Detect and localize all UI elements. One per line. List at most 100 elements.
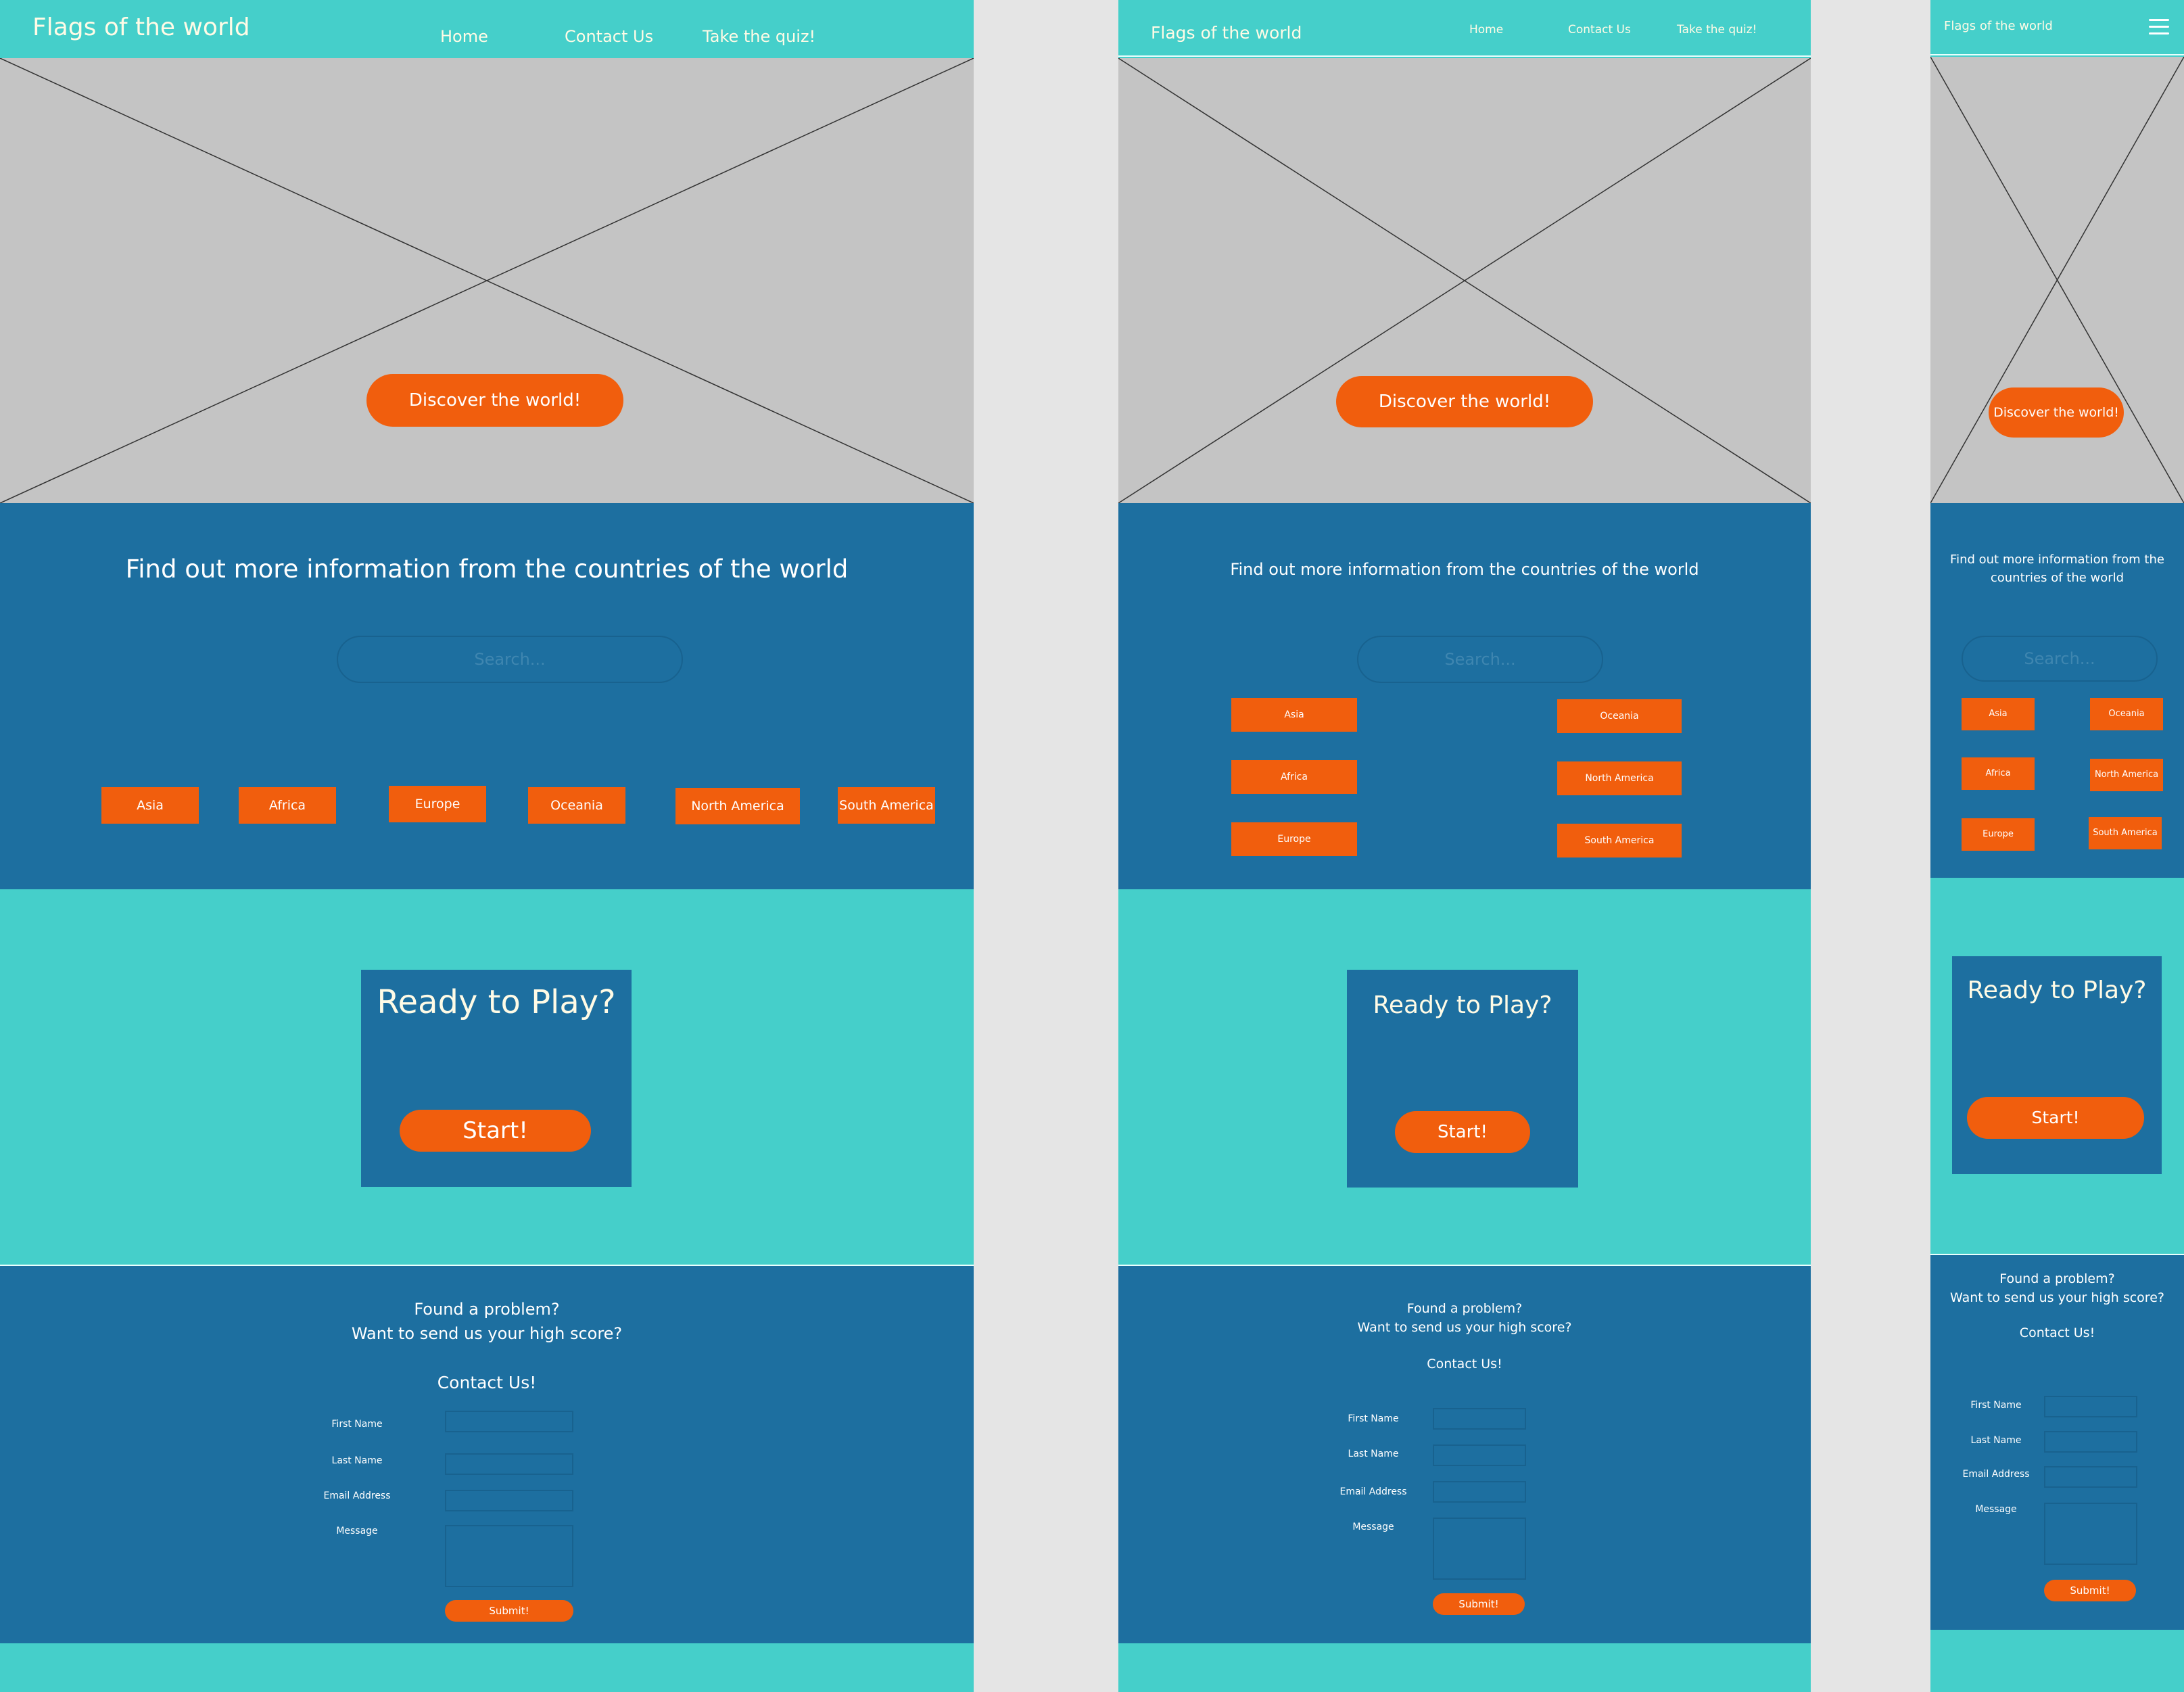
quiz-title: Ready to Play? <box>377 983 616 1021</box>
message-label: Message <box>1975 1504 2017 1515</box>
info-title: Find out more information from the count… <box>125 555 849 584</box>
footer-band <box>1118 1643 1811 1692</box>
first-name-label: First Name <box>331 1419 383 1430</box>
continent-button-south-america[interactable]: South America <box>2089 817 2162 849</box>
hero-image-placeholder: Discover the world! <box>1118 58 1811 503</box>
nav-home-link[interactable]: Home <box>1469 23 1503 37</box>
site-logo[interactable]: Flags of the world <box>1944 19 2053 33</box>
quiz-title: Ready to Play? <box>1373 991 1552 1019</box>
contact-line-problem: Found a problem? <box>1406 1301 1523 1316</box>
first-name-field[interactable] <box>445 1411 573 1432</box>
submit-button[interactable]: Submit! <box>445 1600 573 1622</box>
hamburger-menu-icon[interactable] <box>2149 19 2169 35</box>
contact-heading: Contact Us! <box>437 1373 537 1392</box>
site-logo[interactable]: Flags of the world <box>32 14 250 41</box>
continent-button-oceania[interactable]: Oceania <box>528 787 625 824</box>
tablet-wireframe: Flags of the world Home Contact Us Take … <box>1118 0 1811 1692</box>
hero-image-placeholder: Discover the world! <box>1930 57 2184 503</box>
email-label: Email Address <box>323 1490 391 1501</box>
submit-button[interactable]: Submit! <box>2044 1580 2136 1601</box>
search-input[interactable] <box>337 636 683 683</box>
quiz-section: Ready to Play? Start! <box>0 889 974 1265</box>
site-logo[interactable]: Flags of the world <box>1151 23 1302 43</box>
continents-section: Find out more information from the count… <box>1930 503 2184 878</box>
hero-image-placeholder: Discover the world! <box>0 58 974 503</box>
first-name-label: First Name <box>1348 1413 1399 1424</box>
nav-home-link[interactable]: Home <box>440 27 488 46</box>
continents-section: Find out more information from the count… <box>0 503 974 889</box>
continent-button-asia[interactable]: Asia <box>101 787 199 824</box>
contact-section: Found a problem? Want to send us your hi… <box>0 1265 974 1643</box>
start-quiz-button[interactable]: Start! <box>1967 1097 2144 1139</box>
continent-button-oceania[interactable]: Oceania <box>1557 699 1682 733</box>
quiz-card: Ready to Play? Start! <box>1347 970 1578 1188</box>
start-quiz-button[interactable]: Start! <box>400 1110 591 1152</box>
discover-button[interactable]: Discover the world! <box>366 374 623 427</box>
continent-button-europe[interactable]: Europe <box>389 786 486 822</box>
message-label: Message <box>336 1526 378 1536</box>
header: Flags of the world Home Contact Us Take … <box>0 3 974 57</box>
discover-button[interactable]: Discover the world! <box>1336 376 1593 427</box>
header: Flags of the world <box>1930 0 2184 55</box>
continent-button-africa[interactable]: Africa <box>1231 760 1357 794</box>
contact-section: Found a problem? Want to send us your hi… <box>1118 1265 1811 1643</box>
continent-button-asia[interactable]: Asia <box>1231 698 1357 732</box>
last-name-label: Last Name <box>1348 1449 1399 1459</box>
first-name-field[interactable] <box>1433 1408 1526 1430</box>
contact-line-score: Want to send us your high score? <box>1357 1320 1572 1335</box>
continent-button-oceania[interactable]: Oceania <box>2090 698 2163 730</box>
nav-quiz-link[interactable]: Take the quiz! <box>703 27 815 46</box>
submit-button[interactable]: Submit! <box>1433 1593 1525 1615</box>
header: Flags of the world Home Contact Us Take … <box>1118 0 1811 57</box>
continent-button-africa[interactable]: Africa <box>1962 757 2035 790</box>
contact-line-score: Want to send us your high score? <box>1950 1290 2164 1305</box>
image-placeholder-icon <box>0 58 974 503</box>
message-label: Message <box>1352 1522 1394 1532</box>
last-name-field[interactable] <box>1433 1444 1526 1466</box>
last-name-label: Last Name <box>1970 1435 2022 1446</box>
continent-button-north-america[interactable]: North America <box>675 788 800 824</box>
search-input[interactable] <box>1962 636 2158 682</box>
start-quiz-button[interactable]: Start! <box>1395 1111 1530 1153</box>
quiz-title: Ready to Play? <box>1967 977 2147 1004</box>
quiz-section: Ready to Play? Start! <box>1930 878 2184 1254</box>
continent-button-north-america[interactable]: North America <box>2090 759 2163 791</box>
last-name-field[interactable] <box>2044 1431 2137 1453</box>
message-field[interactable] <box>445 1525 573 1587</box>
search-input[interactable] <box>1357 636 1603 683</box>
contact-heading: Contact Us! <box>2019 1325 2095 1340</box>
continent-button-europe[interactable]: Europe <box>1962 818 2035 851</box>
nav-contact-link[interactable]: Contact Us <box>565 27 653 46</box>
message-field[interactable] <box>1433 1518 1526 1580</box>
continent-button-africa[interactable]: Africa <box>239 787 336 824</box>
first-name-label: First Name <box>1970 1400 2022 1411</box>
email-field[interactable] <box>2044 1466 2137 1488</box>
email-field[interactable] <box>445 1490 573 1511</box>
desktop-wireframe: Flags of the world Home Contact Us Take … <box>0 0 974 1692</box>
mobile-wireframe: Flags of the world Discover the world! F… <box>1930 0 2184 1692</box>
contact-section: Found a problem? Want to send us your hi… <box>1930 1254 2184 1630</box>
contact-line-score: Want to send us your high score? <box>351 1324 623 1343</box>
first-name-field[interactable] <box>2044 1396 2137 1417</box>
contact-heading: Contact Us! <box>1427 1357 1502 1371</box>
quiz-section: Ready to Play? Start! <box>1118 889 1811 1265</box>
continent-button-north-america[interactable]: North America <box>1557 761 1682 795</box>
continent-button-asia[interactable]: Asia <box>1962 698 2035 730</box>
continent-button-south-america[interactable]: South America <box>838 787 935 824</box>
contact-line-problem: Found a problem? <box>414 1300 560 1319</box>
last-name-field[interactable] <box>445 1453 573 1475</box>
contact-line-problem: Found a problem? <box>1999 1271 2115 1286</box>
continent-button-europe[interactable]: Europe <box>1231 822 1357 856</box>
email-label: Email Address <box>1339 1486 1407 1497</box>
email-label: Email Address <box>1962 1469 2030 1480</box>
message-field[interactable] <box>2044 1503 2137 1565</box>
nav-quiz-link[interactable]: Take the quiz! <box>1677 23 1757 37</box>
footer-band <box>0 1643 974 1692</box>
footer-band <box>1930 1630 2184 1692</box>
discover-button[interactable]: Discover the world! <box>1989 387 2124 438</box>
continents-section: Find out more information from the count… <box>1118 503 1811 889</box>
nav-contact-link[interactable]: Contact Us <box>1568 23 1631 37</box>
email-field[interactable] <box>1433 1481 1526 1503</box>
continent-button-south-america[interactable]: South America <box>1557 824 1682 857</box>
info-title: Find out more information from the count… <box>1230 560 1699 579</box>
